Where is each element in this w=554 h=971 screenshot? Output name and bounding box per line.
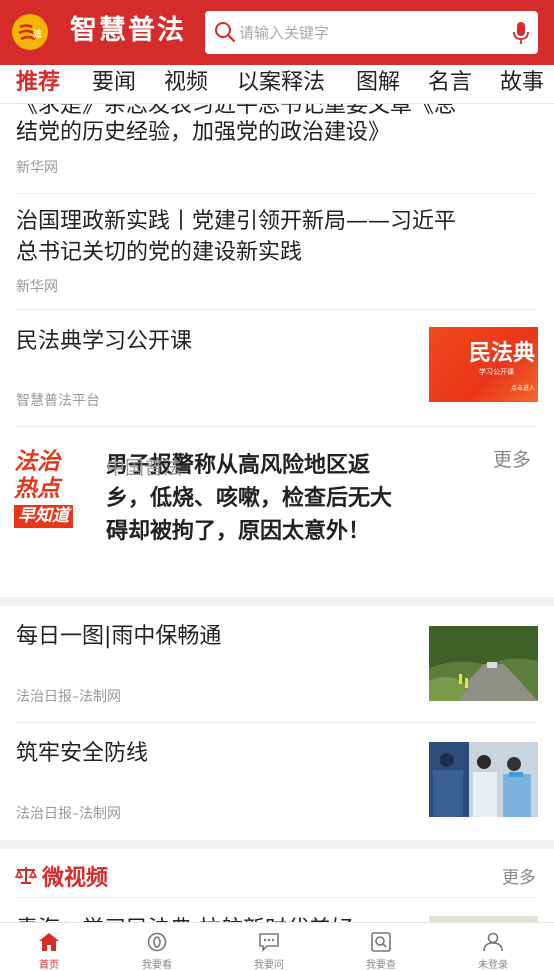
tab-case-law[interactable]: 以案释法 [237, 67, 325, 99]
article-title: 每日一图|雨中保畅通 [16, 624, 222, 649]
article-title-line: 总书记关切的党的建设新实践 [16, 240, 303, 265]
home-icon [39, 933, 59, 951]
chat-icon [259, 933, 279, 952]
thumbnail-hint: 点击进入 [511, 385, 536, 392]
article-title: 青海：学习民法典 拉航新时代美好 [16, 914, 353, 922]
microphone-icon[interactable] [511, 21, 531, 45]
divider [16, 193, 538, 194]
news-feed: 《求是》杂志发表习近平总书记重要文章《总 结党的历史经验，加强党的政治建设》 新… [0, 104, 554, 922]
nav-home[interactable]: 首页 [9, 923, 89, 971]
hot-title-line: 乡，低烧、咳嗽，检查后无大 [106, 486, 393, 511]
search-icon [215, 22, 236, 43]
section-title: 微视频 [42, 866, 109, 891]
tab-news[interactable]: 要闻 [92, 67, 136, 99]
list-item[interactable]: 治国理政新实践丨党建引领开新局——习近平 总书记关切的党的建设新实践 新华网 [0, 206, 554, 310]
svg-text:法: 法 [33, 28, 42, 40]
article-source: 新华网 [16, 160, 58, 176]
article-title-line: 结党的历史经验，加强党的政治建设》 [16, 120, 391, 145]
road-scene-image [429, 626, 538, 701]
list-item[interactable]: 民法典学习公开课 智慧普法平台 民法典 学习公开课 点击进入 [0, 310, 554, 427]
article-thumbnail [429, 626, 538, 701]
bottom-tab-bar: 首页 我要看 我要问 我要查 未登录 [0, 922, 554, 971]
search-doc-icon [371, 932, 391, 952]
nav-ask[interactable]: 我要问 [229, 923, 309, 971]
article-source: 法治日报–法制网 [16, 806, 121, 822]
list-item[interactable]: 《求是》杂志发表习近平总书记重要文章《总 结党的历史经验，加强党的政治建设》 新… [0, 104, 554, 194]
compass-icon [147, 932, 167, 952]
tab-illustration[interactable]: 图解 [356, 67, 400, 99]
article-title-line: 治国理政新实践丨党建引领开新局——习近平 [16, 209, 457, 234]
app-header: 法 智慧普法 [0, 0, 554, 65]
more-link[interactable]: 更多 [502, 863, 536, 888]
hot-logo-line: 热点 [14, 476, 60, 502]
scales-icon [15, 867, 37, 884]
hot-title-line: 碍却被拘了，原因太意外！ [106, 519, 371, 544]
list-item[interactable]: 每日一图|雨中保畅通 法治日报–法制网 [0, 606, 554, 723]
hot-logo-line: 法治 [14, 449, 60, 475]
tab-recommend[interactable]: 推荐 [16, 67, 60, 99]
hot-logo-badge: 早知道 [14, 505, 73, 528]
article-title: 筑牢安全防线 [16, 741, 149, 766]
article-source: 法治日报–法制网 [16, 689, 121, 705]
safety-check-image [429, 742, 538, 817]
user-icon [483, 932, 503, 952]
article-source: 智慧普法平台 [16, 393, 100, 409]
section-gap [0, 597, 554, 606]
tab-video[interactable]: 视频 [164, 67, 208, 99]
app-title: 智慧普法 [70, 15, 186, 46]
article-source: 新华网 [16, 279, 58, 295]
nav-profile[interactable]: 未登录 [453, 923, 533, 971]
nav-search[interactable]: 我要查 [341, 923, 421, 971]
app-logo: 法 [12, 14, 48, 50]
hot-topic-source: 中国普法 [106, 457, 183, 479]
list-item[interactable]: 筑牢安全防线 法治日报–法制网 [0, 723, 554, 840]
thumbnail-subtext: 学习公开课 [479, 368, 514, 376]
tab-quotes[interactable]: 名言 [428, 67, 472, 99]
article-title: 民法典学习公开课 [16, 329, 193, 354]
category-tabs: 推荐 要闻 视频 以案释法 图解 名言 故事 [0, 65, 554, 104]
search-input[interactable] [237, 11, 499, 54]
hot-topic-card[interactable]: 法治 热点 早知道 男子报警称从高风险地区返 乡，低烧、咳嗽，检查后无大 碍却被… [0, 427, 554, 597]
nav-watch[interactable]: 我要看 [117, 923, 197, 971]
logo-icon: 法 [18, 24, 42, 41]
tab-stories[interactable]: 故事 [500, 67, 544, 99]
search-bar[interactable] [205, 11, 538, 54]
article-thumbnail: 民法典 学习公开课 点击进入 [429, 327, 538, 402]
article-thumbnail [429, 742, 538, 817]
section-gap [0, 840, 554, 849]
list-item[interactable]: 青海：学习民法典 拉航新时代美好 [0, 910, 554, 922]
more-link[interactable]: 更多 [493, 445, 531, 472]
divider [16, 897, 538, 898]
hot-topic-logo: 法治 热点 早知道 [14, 449, 90, 528]
micro-video-header: 微视频 更多 [0, 849, 554, 897]
thumbnail-text: 民法典 [469, 340, 536, 366]
